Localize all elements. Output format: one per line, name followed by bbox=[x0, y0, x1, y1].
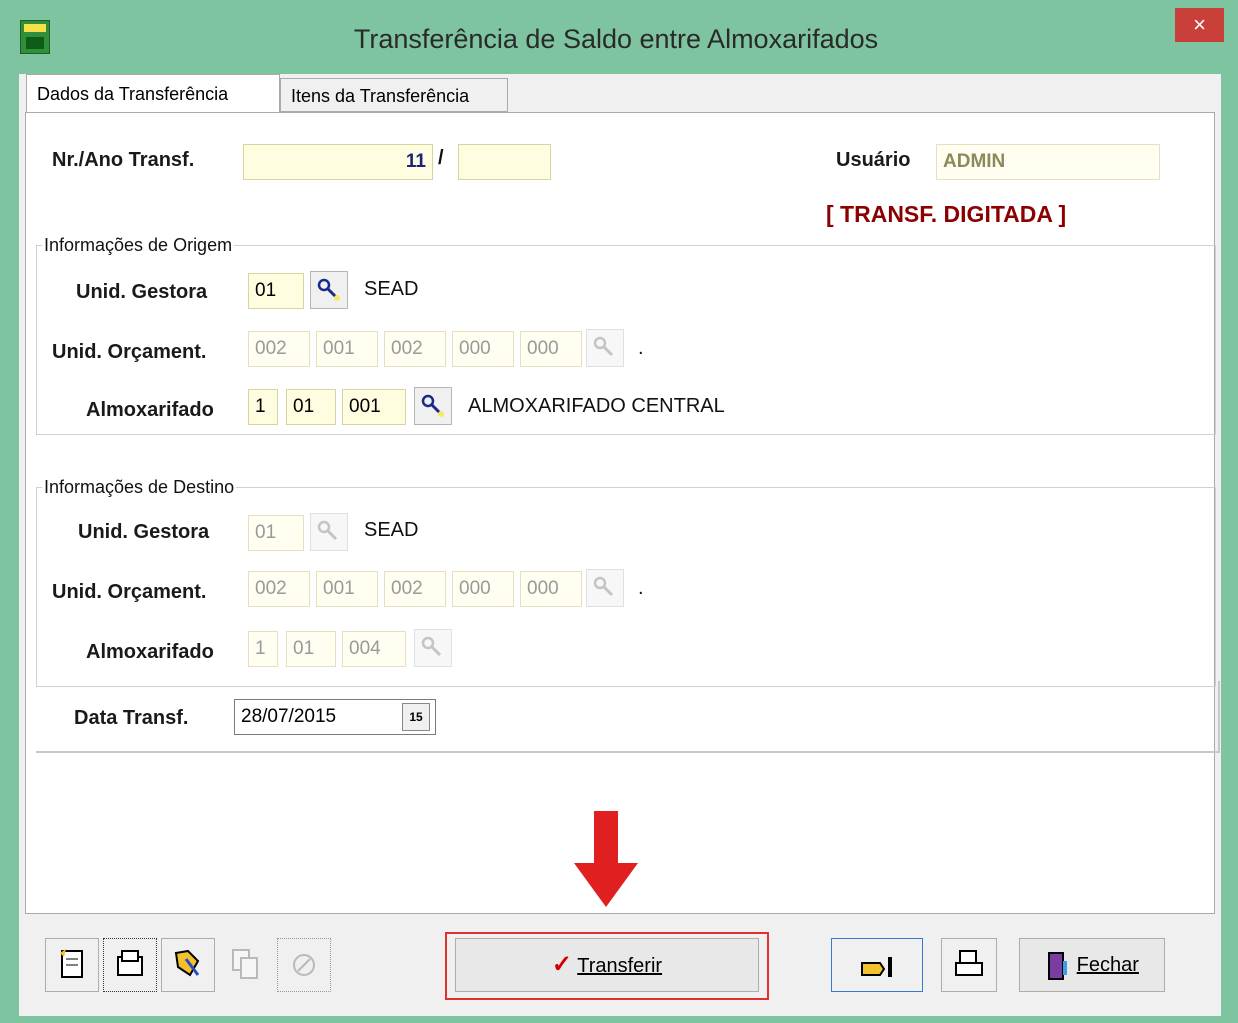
destino-unid-orcament-input-5[interactable]: 000 bbox=[520, 571, 582, 607]
data-transf-label: Data Transf. bbox=[74, 707, 189, 729]
client-area: Dados da Transferência Itens da Transfer… bbox=[19, 74, 1221, 1016]
tab-dados-transferencia[interactable]: Dados da Transferência bbox=[26, 74, 280, 112]
origem-almoxarifado-input-3[interactable]: 001 bbox=[342, 389, 406, 425]
destino-unid-orcament-label: Unid. Orçament. bbox=[52, 581, 207, 603]
title-bar: Transferência de Saldo entre Almoxarifad… bbox=[0, 0, 1238, 76]
transferir-button[interactable]: ✓ Transferir bbox=[455, 938, 759, 992]
open-folder-icon[interactable] bbox=[103, 938, 157, 992]
origem-unid-orcament-input-2[interactable]: 001 bbox=[316, 331, 378, 367]
calendar-icon[interactable]: 15 bbox=[402, 703, 430, 731]
nr-transf-input[interactable]: 11 bbox=[243, 144, 433, 180]
origem-unid-gestora-search-icon[interactable] bbox=[310, 271, 348, 309]
app-logo-icon bbox=[20, 20, 50, 54]
fechar-label: Fechar bbox=[1076, 954, 1139, 976]
close-button[interactable]: × bbox=[1175, 8, 1224, 42]
destino-almoxarifado-input-2[interactable]: 01 bbox=[286, 631, 336, 667]
destino-almoxarifado-input-1[interactable]: 1 bbox=[248, 631, 278, 667]
origem-unid-orcament-name: . bbox=[638, 337, 644, 359]
destino-unid-orcament-input-3[interactable]: 002 bbox=[384, 571, 446, 607]
origem-unid-gestora-input[interactable]: 01 bbox=[248, 273, 304, 309]
slash-separator: / bbox=[438, 147, 444, 169]
nr-ano-label: Nr./Ano Transf. bbox=[52, 149, 195, 171]
origem-unid-orcament-input-4[interactable]: 000 bbox=[452, 331, 514, 367]
print-icon[interactable] bbox=[941, 938, 997, 992]
origem-unid-orcament-label: Unid. Orçament. bbox=[52, 341, 207, 363]
window-title: Transferência de Saldo entre Almoxarifad… bbox=[353, 24, 879, 54]
checkmark-icon: ✓ bbox=[551, 951, 573, 978]
destino-almoxarifado-input-3[interactable]: 004 bbox=[342, 631, 406, 667]
destino-almoxarifado-label: Almoxarifado bbox=[86, 641, 214, 663]
transferir-label: Transferir bbox=[577, 955, 663, 977]
origem-group-title: Informações de Origem bbox=[42, 235, 235, 256]
destino-unid-orcament-input-4[interactable]: 000 bbox=[452, 571, 514, 607]
destino-unid-orcament-search-icon[interactable] bbox=[586, 569, 624, 607]
origem-almoxarifado-name: ALMOXARIFADO CENTRAL bbox=[468, 395, 725, 417]
destino-group-title: Informações de Destino bbox=[42, 477, 237, 498]
destino-unid-gestora-input[interactable]: 01 bbox=[248, 515, 304, 551]
tab-panel: Nr./Ano Transf. 11 / Usuário ADMIN [ TRA… bbox=[25, 112, 1220, 914]
pointer-button[interactable] bbox=[831, 938, 923, 992]
destino-unid-gestora-label: Unid. Gestora bbox=[78, 521, 210, 543]
origem-unid-orcament-input-1[interactable]: 002 bbox=[248, 331, 310, 367]
origem-unid-orcament-input-3[interactable]: 002 bbox=[384, 331, 446, 367]
usuario-field: ADMIN bbox=[936, 144, 1160, 180]
destino-unid-gestora-name: SEAD bbox=[364, 519, 419, 541]
usuario-label: Usuário bbox=[836, 149, 911, 171]
origem-almoxarifado-search-icon[interactable] bbox=[414, 387, 452, 425]
origem-unid-orcament-search-icon[interactable] bbox=[586, 329, 624, 367]
ano-transf-input[interactable] bbox=[458, 144, 551, 180]
status-badge: [ TRANSF. DIGITADA ] bbox=[826, 201, 1067, 227]
tab-itens-transferencia[interactable]: Itens da Transferência bbox=[280, 78, 508, 112]
fechar-button[interactable]: Fechar bbox=[1019, 938, 1165, 992]
destino-unid-orcament-name: . bbox=[638, 577, 644, 599]
bottom-toolbar: ✓ Transferir Fechar bbox=[25, 916, 1215, 1012]
destino-unid-gestora-search-icon[interactable] bbox=[310, 513, 348, 551]
origem-almoxarifado-input-1[interactable]: 1 bbox=[248, 389, 278, 425]
origem-almoxarifado-input-2[interactable]: 01 bbox=[286, 389, 336, 425]
origem-unid-orcament-input-5[interactable]: 000 bbox=[520, 331, 582, 367]
destino-unid-orcament-input-2[interactable]: 001 bbox=[316, 571, 378, 607]
red-down-arrow-icon bbox=[574, 811, 638, 907]
origem-almoxarifado-label: Almoxarifado bbox=[86, 399, 214, 421]
origem-unid-gestora-label: Unid. Gestora bbox=[76, 281, 208, 303]
copy-icon[interactable] bbox=[219, 938, 273, 992]
data-transf-panel bbox=[36, 681, 1220, 753]
app-window: Transferência de Saldo entre Almoxarifad… bbox=[0, 0, 1238, 1023]
exit-door-icon bbox=[1048, 951, 1068, 980]
destino-almoxarifado-search-icon[interactable] bbox=[414, 629, 452, 667]
origem-unid-gestora-name: SEAD bbox=[364, 278, 419, 300]
new-document-icon[interactable] bbox=[45, 938, 99, 992]
cancel-icon[interactable] bbox=[277, 938, 331, 992]
destino-unid-orcament-input-1[interactable]: 002 bbox=[248, 571, 310, 607]
edit-icon[interactable] bbox=[161, 938, 215, 992]
